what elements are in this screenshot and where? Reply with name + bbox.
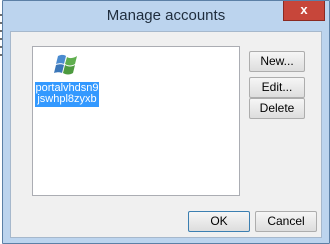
close-button[interactable]: x xyxy=(283,1,325,21)
account-name: portalvhdsn9jswhpl8zyxb xyxy=(35,82,99,107)
windows-azure-icon xyxy=(54,54,77,75)
dialog-body: portalvhdsn9jswhpl8zyxb New... Edit... D… xyxy=(10,31,322,238)
delete-button[interactable]: Delete xyxy=(249,98,305,119)
ok-button[interactable]: OK xyxy=(188,211,250,232)
dialog-title: Manage accounts xyxy=(106,7,226,24)
manage-accounts-dialog: Manage accounts x portalvhdsn9jswhpl8zyx… xyxy=(2,0,330,244)
account-list[interactable]: portalvhdsn9jswhpl8zyxb xyxy=(32,46,240,196)
cancel-button[interactable]: Cancel xyxy=(255,211,317,232)
new-button[interactable]: New... xyxy=(249,51,305,72)
account-item[interactable]: portalvhdsn9jswhpl8zyxb xyxy=(35,52,99,107)
close-icon: x xyxy=(300,2,308,17)
title-bar[interactable]: Manage accounts x xyxy=(3,1,329,31)
edit-button[interactable]: Edit... xyxy=(249,77,305,98)
